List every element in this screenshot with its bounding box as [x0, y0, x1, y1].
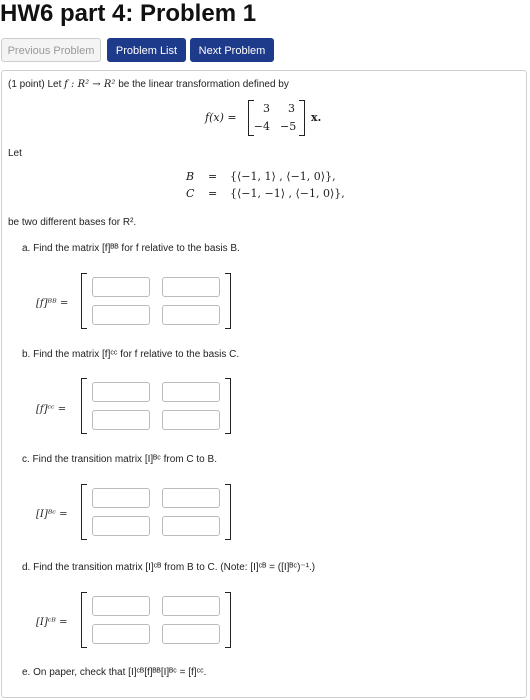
- part-b-input-22[interactable]: [162, 410, 220, 430]
- part-c-input-11[interactable]: [92, 488, 150, 508]
- basis-c-value: {⟨−1, −1⟩ , ⟨−1, 0⟩},: [230, 187, 345, 200]
- fx-rhs: x.: [311, 111, 322, 124]
- part-c-left-bracket: [81, 484, 87, 540]
- part-a-input-22[interactable]: [162, 305, 220, 325]
- intro-points: (1 point) Let: [8, 79, 62, 90]
- part-b-input-12[interactable]: [162, 382, 220, 402]
- previous-problem-button[interactable]: Previous Problem: [1, 38, 101, 62]
- part-a-prompt: a. Find the matrix [f]ᴮᴮ for f relative …: [22, 243, 240, 254]
- part-c-label: [I]ᴮᶜ =: [36, 509, 68, 520]
- fx-lhs: f(x) =: [205, 111, 237, 124]
- intro-function: f : R² → R²: [64, 79, 116, 90]
- fx-matrix-cell-21: −4: [253, 120, 270, 133]
- part-c-input-12[interactable]: [162, 488, 220, 508]
- fx-matrix-cell-11: 3: [263, 102, 270, 115]
- fx-matrix-cell-12: 3: [288, 102, 295, 115]
- part-d-input-12[interactable]: [162, 596, 220, 616]
- bases-text: be two different bases for R².: [8, 217, 137, 228]
- basis-b-value: {⟨−1, 1⟩ , ⟨−1, 0⟩},: [230, 170, 336, 183]
- intro-rest: be the linear transformation defined by: [118, 79, 289, 90]
- part-c-prompt: c. Find the transition matrix [I]ᴮᶜ from…: [22, 454, 217, 465]
- fx-matrix-right-bracket: [299, 100, 305, 136]
- next-problem-button[interactable]: Next Problem: [190, 38, 274, 62]
- part-a-input-12[interactable]: [162, 277, 220, 297]
- problem-list-button[interactable]: Problem List: [107, 38, 186, 62]
- part-e-text: e. On paper, check that [I]ᶜᴮ[f]ᴮᴮ[I]ᴮᶜ …: [22, 667, 207, 678]
- part-b-prompt: b. Find the matrix [f]ᶜᶜ for f relative …: [22, 349, 240, 360]
- part-c-input-21[interactable]: [92, 516, 150, 536]
- intro-line: (1 point) Let f : R² → R² be the linear …: [8, 78, 289, 91]
- part-d-input-21[interactable]: [92, 624, 150, 644]
- part-a-input-11[interactable]: [92, 277, 150, 297]
- part-a-input-21[interactable]: [92, 305, 150, 325]
- part-d-right-bracket: [225, 592, 231, 648]
- part-d-input-22[interactable]: [162, 624, 220, 644]
- part-d-label: [I]ᶜᴮ =: [36, 617, 68, 628]
- part-d-prompt: d. Find the transition matrix [I]ᶜᴮ from…: [22, 562, 316, 573]
- part-a-right-bracket: [225, 273, 231, 329]
- part-b-input-11[interactable]: [92, 382, 150, 402]
- part-b-right-bracket: [225, 378, 231, 434]
- problem-panel: [1, 70, 527, 698]
- basis-b-equals: =: [208, 170, 218, 183]
- part-d-left-bracket: [81, 592, 87, 648]
- part-b-input-21[interactable]: [92, 410, 150, 430]
- let-text: Let: [8, 148, 22, 159]
- part-d-input-11[interactable]: [92, 596, 150, 616]
- part-b-label: [f]ᶜᶜ =: [36, 404, 67, 415]
- part-b-left-bracket: [81, 378, 87, 434]
- page-title: HW6 part 4: Problem 1: [0, 0, 257, 27]
- part-a-left-bracket: [81, 273, 87, 329]
- part-c-input-22[interactable]: [162, 516, 220, 536]
- fx-matrix-cell-22: −5: [280, 120, 297, 133]
- part-c-right-bracket: [225, 484, 231, 540]
- basis-c-symbol: C: [186, 187, 195, 200]
- basis-c-equals: =: [208, 187, 218, 200]
- basis-b-symbol: B: [186, 170, 195, 183]
- part-a-label: [f]ᴮᴮ =: [36, 298, 69, 309]
